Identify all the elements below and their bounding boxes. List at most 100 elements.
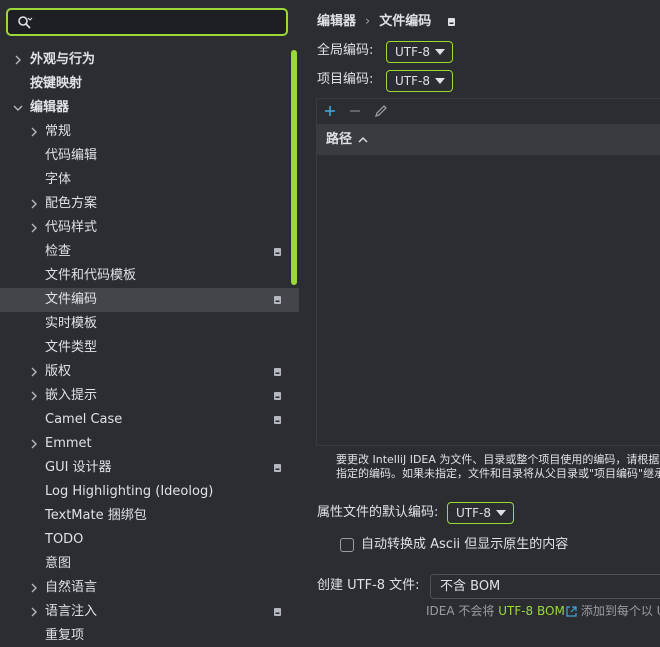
sidebar-item[interactable]: 字体: [0, 168, 299, 192]
project-level-icon: [274, 368, 281, 376]
sidebar-item[interactable]: 编辑器: [0, 96, 299, 120]
sidebar-item-label: 检查: [45, 244, 72, 259]
sidebar-item-label: 编辑器: [30, 100, 70, 115]
sidebar-item[interactable]: TODO: [0, 528, 299, 552]
project-encoding-dropdown[interactable]: UTF-8: [386, 70, 453, 92]
chevron-down-icon: [434, 49, 445, 55]
sidebar-item-label: GUI 设计器: [45, 460, 112, 475]
sidebar-item[interactable]: 文件和代码模板: [0, 264, 299, 288]
project-level-icon: [274, 248, 281, 256]
sidebar-item[interactable]: 常规: [0, 120, 299, 144]
sidebar-item-label: 配色方案: [45, 196, 98, 211]
sidebar-item-label: 外观与行为: [30, 52, 96, 67]
sort-ascending-icon: [358, 137, 368, 143]
sidebar-item[interactable]: TextMate 捆绑包: [0, 504, 299, 528]
table-toolbar: [317, 99, 660, 124]
properties-encoding-dropdown[interactable]: UTF-8: [447, 502, 514, 524]
settings-tree: 外观与行为按键映射编辑器常规代码编辑字体配色方案代码样式检查文件和代码模板文件编…: [0, 48, 299, 647]
edit-icon[interactable]: [373, 103, 389, 119]
project-encoding-value: UTF-8: [395, 74, 430, 88]
external-link-icon: [566, 606, 577, 617]
sidebar-item-label: 按键映射: [30, 76, 83, 91]
project-level-icon: [274, 464, 281, 472]
chevron-down-icon: [495, 510, 506, 516]
breadcrumb-separator: ›: [365, 14, 371, 29]
sidebar-item[interactable]: 配色方案: [0, 192, 299, 216]
sidebar-item[interactable]: 文件编码: [0, 288, 299, 312]
sidebar-item[interactable]: 按键映射: [0, 72, 299, 96]
chevron-down-icon[interactable]: [13, 103, 23, 113]
sidebar-item-label: Emmet: [45, 436, 92, 451]
table-header[interactable]: 路径: [317, 124, 660, 155]
search-input[interactable]: [6, 8, 288, 36]
sidebar-item-label: 版权: [45, 364, 72, 379]
bom-note: IDEA 不会将 UTF-8 BOM 添加到每个以 U: [426, 603, 660, 619]
sidebar-item-label: 语言注入: [45, 604, 98, 619]
bom-label: 创建 UTF-8 文件:: [317, 578, 420, 593]
chevron-right-icon[interactable]: [29, 367, 39, 377]
path-encoding-table: 路径: [316, 98, 660, 446]
chevron-right-icon[interactable]: [29, 439, 39, 449]
project-level-icon: [274, 392, 281, 400]
global-encoding-value: UTF-8: [395, 45, 430, 59]
sidebar-item[interactable]: 版权: [0, 360, 299, 384]
project-level-icon: [274, 296, 281, 304]
sidebar-item[interactable]: 代码编辑: [0, 144, 299, 168]
breadcrumb: 编辑器 › 文件编码: [317, 12, 455, 32]
table-body[interactable]: [317, 155, 660, 445]
add-icon[interactable]: [322, 103, 338, 119]
column-path-header[interactable]: 路径: [326, 124, 352, 155]
remove-icon[interactable]: [347, 103, 363, 119]
sidebar-item-label: TODO: [45, 532, 84, 547]
breadcrumb-current: 文件编码: [379, 14, 432, 29]
sidebar-item[interactable]: 代码样式: [0, 216, 299, 240]
ascii-checkbox-label[interactable]: 自动转换成 Ascii 但显示原生的内容: [361, 535, 568, 555]
sidebar-item[interactable]: 嵌入提示: [0, 384, 299, 408]
sidebar-item-label: 自然语言: [45, 580, 98, 595]
project-level-icon: [274, 416, 281, 424]
chevron-right-icon[interactable]: [29, 607, 39, 617]
sidebar-scrollbar[interactable]: [291, 50, 297, 285]
sidebar-item-label: TextMate 捆绑包: [45, 508, 147, 523]
properties-encoding-label: 属性文件的默认编码:: [317, 505, 439, 520]
sidebar-item-label: 实时模板: [45, 316, 98, 331]
ascii-checkbox[interactable]: [340, 538, 354, 552]
sidebar-item[interactable]: 重复项: [0, 624, 299, 647]
sidebar-item-label: Camel Case: [45, 412, 123, 427]
sidebar-item-label: 代码样式: [45, 220, 98, 235]
bom-note-prefix: IDEA 不会将: [426, 604, 499, 618]
sidebar-item[interactable]: Log Highlighting (Ideolog): [0, 480, 299, 504]
sidebar-item-label: 重复项: [45, 628, 85, 643]
chevron-down-icon: [434, 78, 445, 84]
global-encoding-dropdown[interactable]: UTF-8: [386, 41, 453, 63]
bom-note-suffix: 添加到每个以 U: [580, 604, 660, 618]
sidebar-item-label: 代码编辑: [45, 148, 98, 163]
chevron-right-icon[interactable]: [29, 223, 39, 233]
settings-content: 编辑器 › 文件编码 全局编码: UTF-8 项目编码: UTF-8 路径 要更改: [299, 0, 660, 647]
sidebar-item[interactable]: 检查: [0, 240, 299, 264]
sidebar-item[interactable]: 文件类型: [0, 336, 299, 360]
sidebar-item[interactable]: Emmet: [0, 432, 299, 456]
bom-dropdown[interactable]: 不含 BOM: [430, 574, 660, 599]
encoding-note-line-1: 要更改 IntelliJ IDEA 为文件、目录或整个项目使用的编码，请根据: [336, 453, 660, 466]
sidebar-item-label: 常规: [45, 124, 72, 139]
chevron-right-icon[interactable]: [29, 583, 39, 593]
sidebar-item-label: 意图: [45, 556, 72, 571]
breadcrumb-parent[interactable]: 编辑器: [317, 14, 356, 29]
chevron-right-icon[interactable]: [29, 199, 39, 209]
sidebar-item-label: 文件和代码模板: [45, 268, 137, 283]
sidebar-item-label: 字体: [45, 172, 72, 187]
properties-encoding-value: UTF-8: [456, 506, 491, 520]
chevron-right-icon[interactable]: [13, 55, 23, 65]
sidebar-item[interactable]: GUI 设计器: [0, 456, 299, 480]
sidebar-item[interactable]: 外观与行为: [0, 48, 299, 72]
sidebar-item[interactable]: Camel Case: [0, 408, 299, 432]
bom-link[interactable]: UTF-8 BOM: [498, 604, 565, 618]
sidebar-item[interactable]: 实时模板: [0, 312, 299, 336]
chevron-right-icon[interactable]: [29, 127, 39, 137]
sidebar-item[interactable]: 语言注入: [0, 600, 299, 624]
sidebar-item[interactable]: 自然语言: [0, 576, 299, 600]
settings-sidebar: 外观与行为按键映射编辑器常规代码编辑字体配色方案代码样式检查文件和代码模板文件编…: [0, 0, 299, 647]
sidebar-item[interactable]: 意图: [0, 552, 299, 576]
chevron-right-icon[interactable]: [29, 391, 39, 401]
